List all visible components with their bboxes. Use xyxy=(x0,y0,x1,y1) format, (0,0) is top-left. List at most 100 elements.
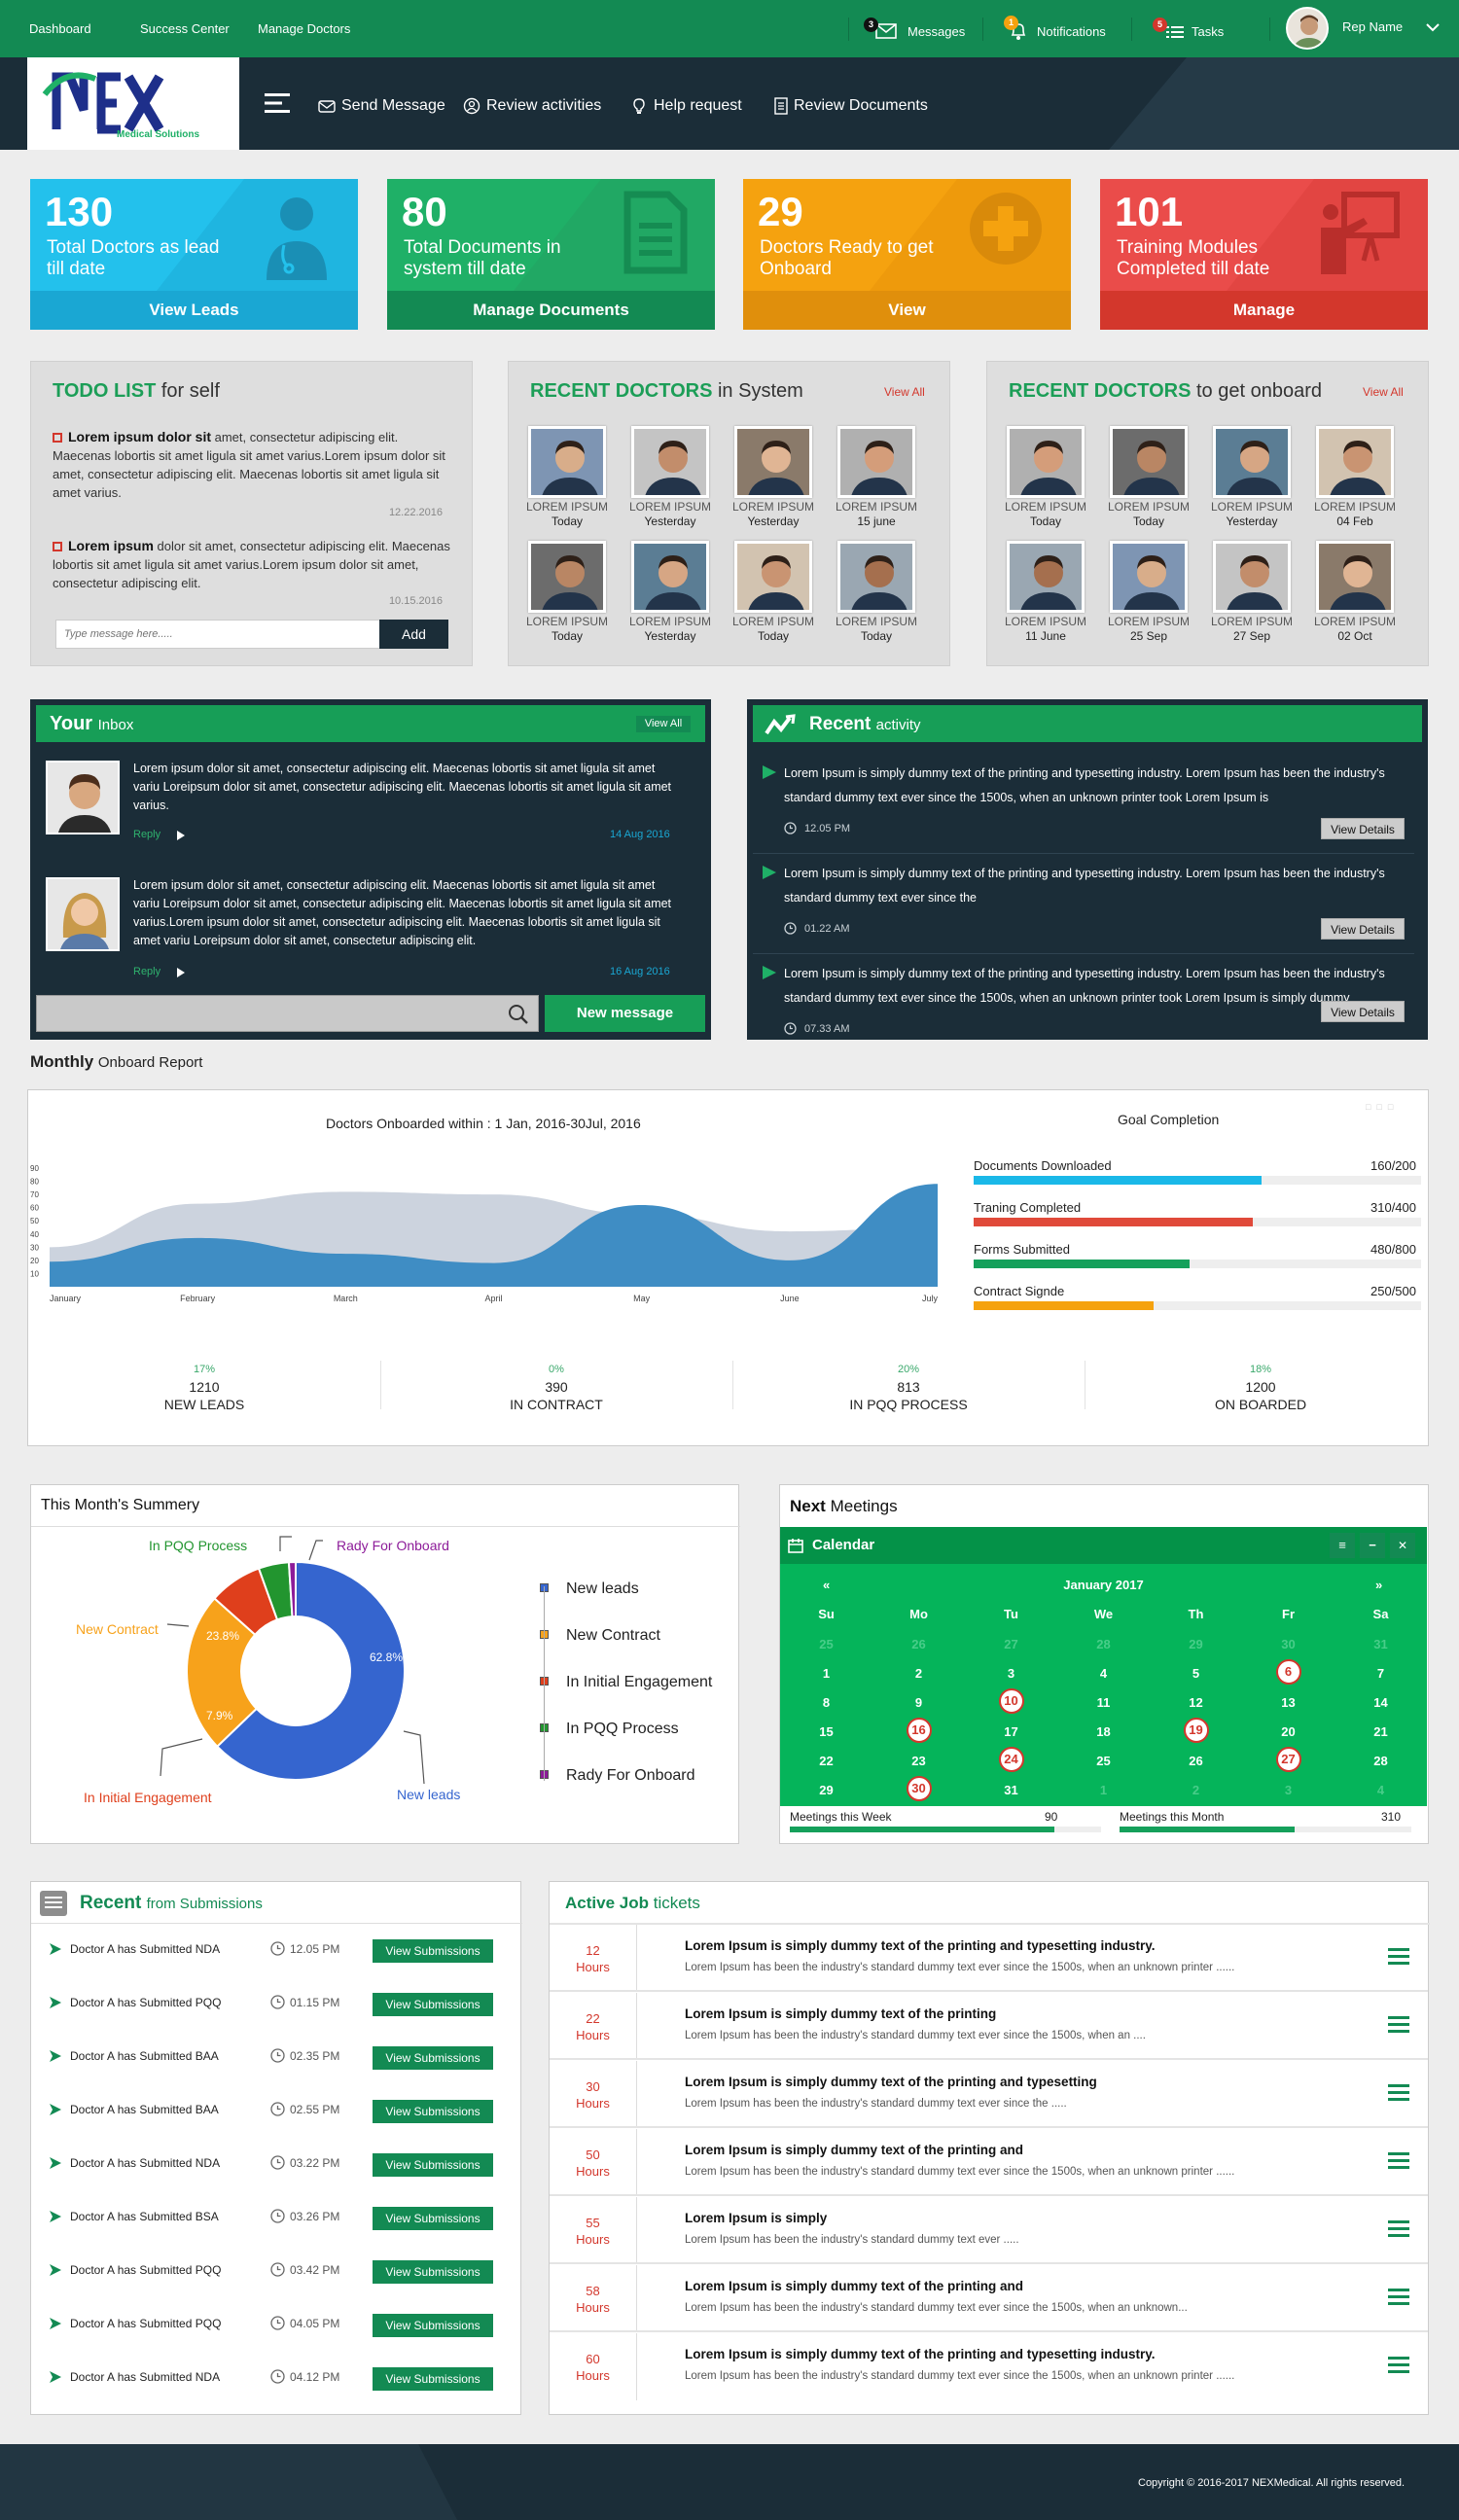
view-submissions-button[interactable]: View Submissions xyxy=(373,1939,493,1963)
panel-controls[interactable]: □□□ xyxy=(1366,1102,1399,1112)
calendar-day[interactable]: 19 xyxy=(1150,1718,1242,1743)
review-activities-link[interactable]: Review activities xyxy=(463,97,601,115)
calendar-day[interactable]: 16 xyxy=(872,1718,965,1743)
user-name[interactable]: Rep Name xyxy=(1342,19,1403,34)
calendar-day[interactable]: 2 xyxy=(872,1661,965,1686)
calendar-day[interactable]: 7 xyxy=(1334,1661,1427,1686)
calendar-day[interactable]: 26 xyxy=(1150,1749,1242,1774)
calendar-day[interactable]: 30 xyxy=(1242,1632,1334,1657)
hamburger-menu-icon[interactable] xyxy=(1388,2152,1409,2173)
hamburger-menu-icon[interactable] xyxy=(1388,2357,1409,2377)
nav-dashboard[interactable]: Dashboard xyxy=(29,21,91,36)
calendar-day[interactable]: 18 xyxy=(1057,1720,1150,1745)
calendar-day[interactable]: 29 xyxy=(780,1778,872,1803)
view-all-link[interactable]: View All xyxy=(1363,385,1404,399)
ticket-row[interactable]: 50 Hours Lorem Ipsum is simply dummy text … xyxy=(550,2129,1428,2196)
doctor-card[interactable]: LOREM IPSUM 25 Sep xyxy=(1103,541,1194,644)
calendar-day[interactable]: 13 xyxy=(1242,1690,1334,1716)
calendar-day[interactable]: 25 xyxy=(780,1632,872,1657)
calendar-day[interactable]: 29 xyxy=(1150,1632,1242,1657)
calendar-day[interactable]: 23 xyxy=(872,1749,965,1774)
send-message-link[interactable]: Send Message xyxy=(318,97,445,115)
calendar-day[interactable]: 11 xyxy=(1057,1690,1150,1716)
calendar-menu-button[interactable]: ≡ xyxy=(1330,1533,1355,1558)
hamburger-menu-icon[interactable] xyxy=(265,92,290,114)
view-leads-button[interactable]: View Leads xyxy=(30,291,358,330)
calendar-day[interactable]: 17 xyxy=(965,1720,1057,1745)
calendar-day[interactable]: 15 xyxy=(780,1720,872,1745)
calendar-close-button[interactable]: ✕ xyxy=(1390,1533,1415,1558)
avatar[interactable] xyxy=(1286,7,1329,50)
add-button[interactable]: Add xyxy=(379,620,448,649)
view-submissions-button[interactable]: View Submissions xyxy=(373,2260,493,2284)
calendar-day[interactable]: 28 xyxy=(1057,1632,1150,1657)
doctor-card[interactable]: LOREM IPSUM Today xyxy=(521,426,613,529)
calendar-day[interactable]: 9 xyxy=(872,1690,965,1716)
doctor-card[interactable]: LOREM IPSUM Today xyxy=(831,541,922,644)
calendar-day[interactable]: 4 xyxy=(1334,1778,1427,1803)
inbox-view-all[interactable]: View All xyxy=(636,716,691,732)
view-details-button[interactable]: View Details xyxy=(1321,918,1405,940)
reply-link[interactable]: Reply xyxy=(133,829,160,840)
chevron-down-icon[interactable] xyxy=(1426,22,1440,32)
help-request-link[interactable]: Help request xyxy=(630,97,742,115)
view-details-button[interactable]: View Details xyxy=(1321,1001,1405,1022)
calendar-day[interactable]: 8 xyxy=(780,1690,872,1716)
ticket-row[interactable]: 22 Hours Lorem Ipsum is simply dummy text … xyxy=(550,1993,1428,2060)
ticket-row[interactable]: 58 Hours Lorem Ipsum is simply dummy text … xyxy=(550,2265,1428,2332)
search-icon[interactable] xyxy=(508,1004,529,1025)
calendar-day[interactable]: 31 xyxy=(1334,1632,1427,1657)
view-submissions-button[interactable]: View Submissions xyxy=(373,2100,493,2123)
doctor-card[interactable]: LOREM IPSUM Yesterday xyxy=(624,426,716,529)
calendar-day[interactable]: 26 xyxy=(872,1632,965,1657)
nav-manage-doctors[interactable]: Manage Doctors xyxy=(258,21,350,36)
hamburger-menu-icon[interactable] xyxy=(1388,1948,1409,1969)
calendar-day[interactable]: 5 xyxy=(1150,1661,1242,1686)
calendar-day[interactable]: 31 xyxy=(965,1778,1057,1803)
calendar-day[interactable]: 30 xyxy=(872,1776,965,1801)
ticket-row[interactable]: 30 Hours Lorem Ipsum is simply dummy text … xyxy=(550,2061,1428,2128)
doctor-card[interactable]: LOREM IPSUM Yesterday xyxy=(728,426,819,529)
todo-item[interactable]: Lorem ipsum dolor sit amet, consectetur … xyxy=(53,537,451,592)
logo[interactable]: NEX Medical Solutions xyxy=(27,57,239,150)
doctor-card[interactable]: LOREM IPSUM 27 Sep xyxy=(1206,541,1298,644)
reply-link[interactable]: Reply xyxy=(133,966,160,977)
view-submissions-button[interactable]: View Submissions xyxy=(373,2367,493,2391)
doctor-card[interactable]: LOREM IPSUM Today xyxy=(1103,426,1194,529)
calendar-day[interactable]: 4 xyxy=(1057,1661,1150,1686)
checkbox-icon[interactable] xyxy=(53,433,62,443)
doctor-card[interactable]: LOREM IPSUM 15 june xyxy=(831,426,922,529)
calendar-day[interactable]: 1 xyxy=(1057,1778,1150,1803)
view-details-button[interactable]: View Details xyxy=(1321,818,1405,839)
calendar-day[interactable]: 22 xyxy=(780,1749,872,1774)
new-message-button[interactable]: New message xyxy=(545,995,705,1032)
calendar-day[interactable]: 28 xyxy=(1334,1749,1427,1774)
calendar-day[interactable]: 27 xyxy=(965,1632,1057,1657)
calendar-day[interactable]: 3 xyxy=(965,1661,1057,1686)
doctor-card[interactable]: LOREM IPSUM Today xyxy=(728,541,819,644)
hamburger-menu-icon[interactable] xyxy=(1388,2220,1409,2241)
calendar-day[interactable]: 1 xyxy=(780,1661,872,1686)
nav-success-center[interactable]: Success Center xyxy=(140,21,230,36)
inbox-search-input[interactable] xyxy=(36,995,539,1032)
review-documents-link[interactable]: Review Documents xyxy=(774,97,928,115)
doctor-card[interactable]: LOREM IPSUM Today xyxy=(1000,426,1091,529)
todo-item[interactable]: Lorem ipsum dolor sit amet, consectetur … xyxy=(53,428,451,502)
hamburger-menu-icon[interactable] xyxy=(1388,2084,1409,2105)
doctor-card[interactable]: LOREM IPSUM Yesterday xyxy=(1206,426,1298,529)
doctor-card[interactable]: LOREM IPSUM 11 June xyxy=(1000,541,1091,644)
todo-message-input[interactable] xyxy=(55,620,381,649)
calendar-day[interactable]: 10 xyxy=(965,1688,1057,1714)
checkbox-icon[interactable] xyxy=(53,542,62,551)
view-submissions-button[interactable]: View Submissions xyxy=(373,2207,493,2230)
calendar-day[interactable]: 25 xyxy=(1057,1749,1150,1774)
view-submissions-button[interactable]: View Submissions xyxy=(373,2153,493,2177)
calendar-next[interactable]: » xyxy=(1375,1578,1382,1592)
view-ready-button[interactable]: View xyxy=(743,291,1071,330)
calendar-day[interactable]: 21 xyxy=(1334,1720,1427,1745)
calendar-day[interactable]: 24 xyxy=(965,1747,1057,1772)
manage-documents-button[interactable]: Manage Documents xyxy=(387,291,715,330)
doctor-card[interactable]: LOREM IPSUM 02 Oct xyxy=(1309,541,1401,644)
calendar-day[interactable]: 3 xyxy=(1242,1778,1334,1803)
calendar-day[interactable]: 2 xyxy=(1150,1778,1242,1803)
